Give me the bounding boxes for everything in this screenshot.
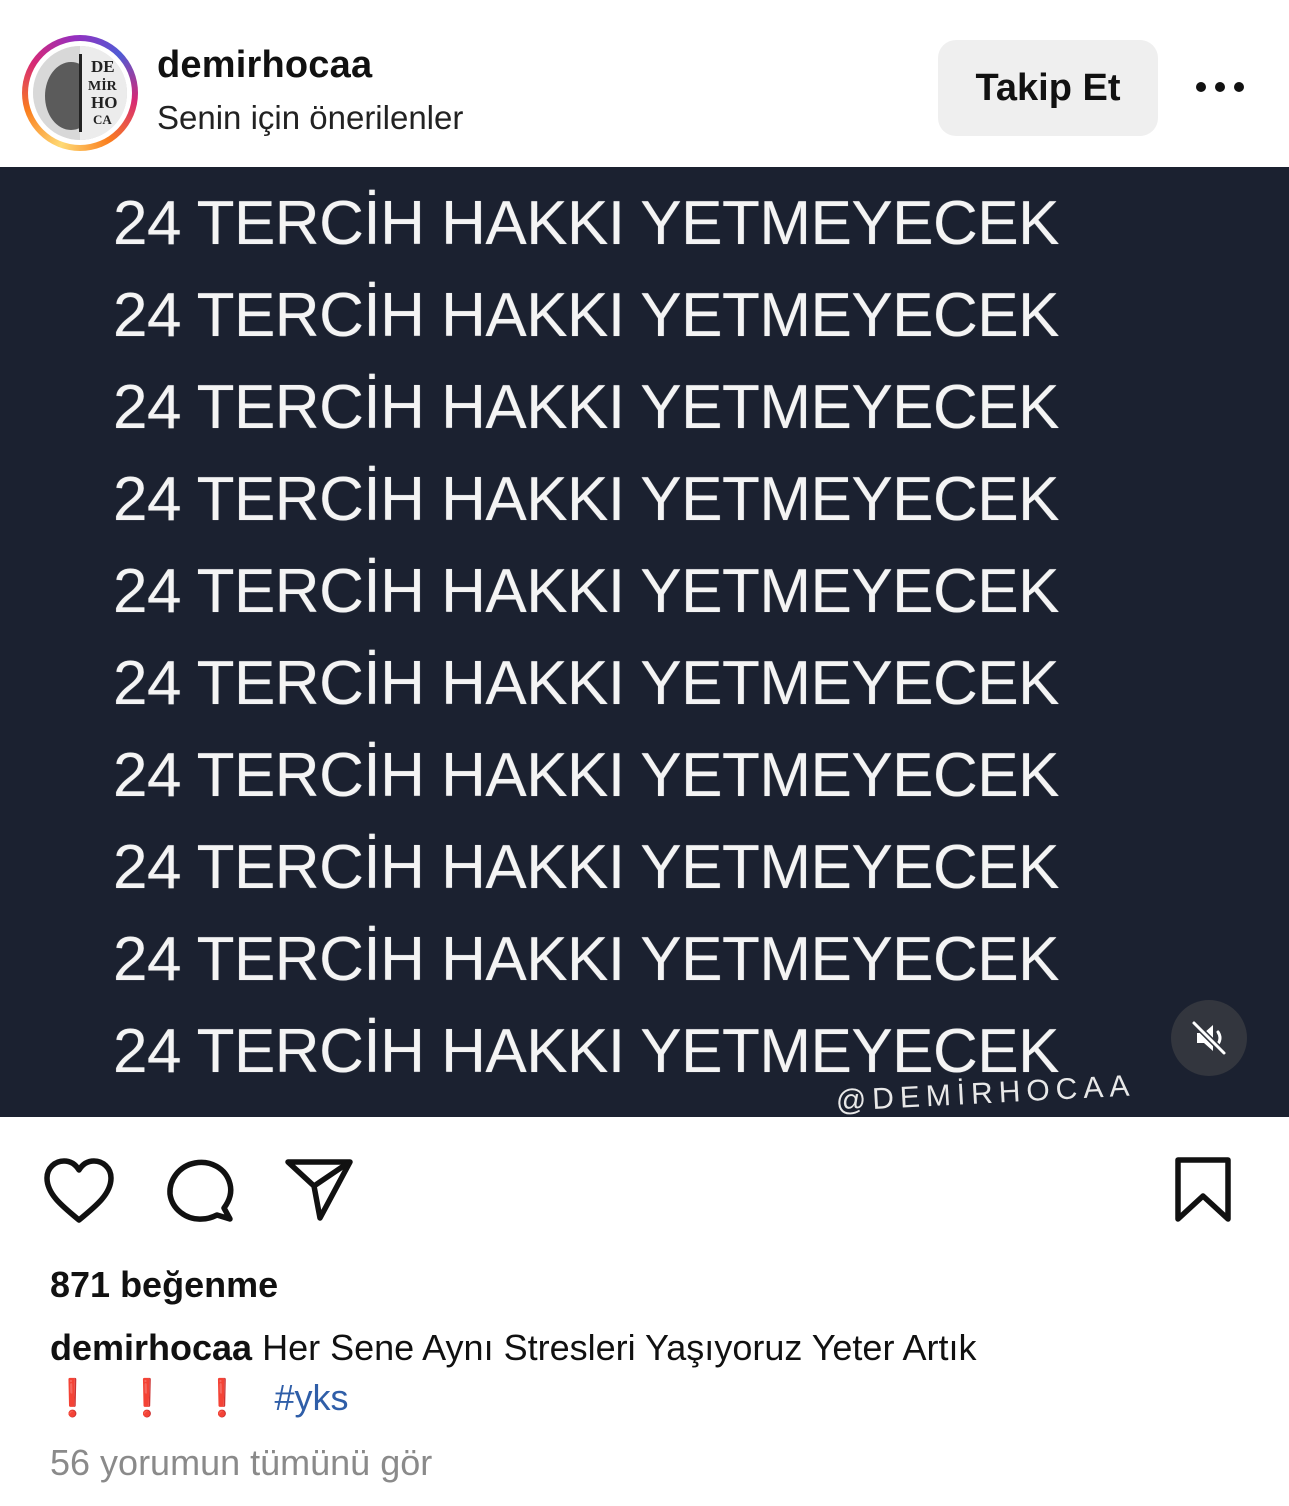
avatar-text-4: CA — [93, 112, 112, 127]
media-text-line: 24 TERCİH HAKKI YETMEYECEK — [113, 465, 1060, 534]
media-text-line: 24 TERCİH HAKKI YETMEYECEK — [113, 1017, 1060, 1086]
exclamation-icon: ❗ — [199, 1377, 245, 1418]
exclamation-icon: ❗ — [50, 1377, 95, 1418]
media-text-line: 24 TERCİH HAKKI YETMEYECEK — [113, 281, 1060, 350]
media-text-line: 24 TERCİH HAKKI YETMEYECEK — [113, 189, 1060, 258]
heart-icon — [44, 1158, 114, 1223]
avatar-text-2: MİR — [88, 77, 118, 94]
avatar-text-3: HO — [91, 93, 117, 112]
avatar-story-ring[interactable]: DE MİR HO CA — [22, 35, 138, 151]
media-text-line: 24 TERCİH HAKKI YETMEYECEK — [113, 925, 1060, 994]
like-button[interactable] — [42, 1156, 116, 1231]
post-media[interactable]: 24 TERCİH HAKKI YETMEYECEK 24 TERCİH HAK… — [0, 167, 1289, 1117]
likes-count[interactable]: 871 beğenme — [50, 1264, 278, 1306]
media-text-line: 24 TERCİH HAKKI YETMEYECEK — [113, 833, 1060, 902]
caption-username[interactable]: demirhocaa — [50, 1327, 252, 1368]
avatar-text-1: DE — [91, 57, 115, 76]
comment-button[interactable] — [164, 1156, 236, 1231]
view-all-comments-link[interactable]: 56 yorumun tümünü gör — [50, 1442, 432, 1484]
share-button[interactable] — [284, 1156, 354, 1227]
more-dots-icon — [1196, 82, 1244, 92]
post-username[interactable]: demirhocaa — [157, 44, 372, 87]
media-text-line: 24 TERCİH HAKKI YETMEYECEK — [113, 649, 1060, 718]
more-options-button[interactable] — [1190, 62, 1250, 112]
suggested-label: Senin için önerilenler — [157, 99, 464, 136]
avatar[interactable]: DE MİR HO CA — [33, 46, 127, 140]
exclamation-icon: ❗ — [124, 1377, 170, 1418]
media-text-line: 24 TERCİH HAKKI YETMEYECEK — [113, 557, 1060, 626]
mute-button[interactable] — [1171, 1000, 1247, 1076]
media-text-line: 24 TERCİH HAKKI YETMEYECEK — [113, 741, 1060, 810]
hashtag-link[interactable]: #yks — [274, 1377, 348, 1418]
save-button[interactable] — [1172, 1156, 1234, 1229]
bookmark-icon — [1175, 1157, 1231, 1222]
post-caption: demirhocaa Her Sene Aynı Stresleri Yaşıy… — [50, 1323, 1250, 1423]
speaker-muted-icon — [1191, 1020, 1227, 1056]
caption-text: Her Sene Aynı Stresleri Yaşıyoruz Yeter … — [252, 1327, 977, 1368]
media-text-line: 24 TERCİH HAKKI YETMEYECEK — [113, 373, 1060, 442]
comment-icon — [167, 1159, 234, 1222]
share-icon — [285, 1159, 353, 1221]
post-header: DE MİR HO CA demirhocaa Senin için öneri… — [0, 6, 1289, 167]
follow-button[interactable]: Takip Et — [938, 40, 1158, 136]
